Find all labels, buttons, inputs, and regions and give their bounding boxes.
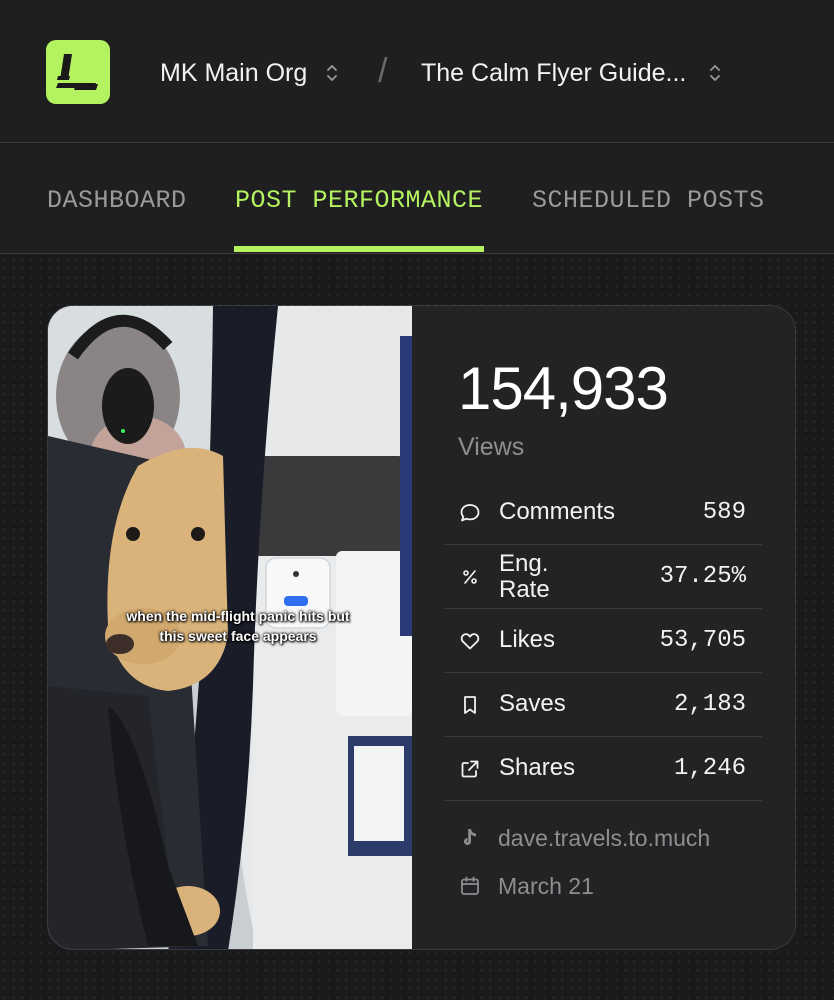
metric-label: Comments bbox=[499, 498, 616, 525]
metric-value: 1,246 bbox=[673, 755, 746, 782]
nav-tabs: DASHBOARD POST PERFORMANCE SCHEDULED POS… bbox=[0, 144, 834, 254]
chevron-up-down-icon bbox=[327, 65, 338, 81]
metric-label: Saves bbox=[499, 690, 566, 717]
calendar-icon bbox=[461, 876, 479, 895]
metric-value: 2,183 bbox=[673, 691, 746, 718]
metric-label: Shares bbox=[499, 754, 576, 781]
comment-icon bbox=[460, 504, 480, 522]
metric-row-likes: Likes 53,705 bbox=[444, 609, 762, 673]
post-thumbnail[interactable]: when the mid-flight panic hits but this … bbox=[48, 306, 412, 949]
active-tab-indicator bbox=[234, 246, 484, 252]
metric-label-line-2: Rate bbox=[499, 576, 550, 603]
app-logo[interactable] bbox=[46, 40, 110, 104]
heart-icon bbox=[460, 633, 480, 650]
post-caption: when the mid-flight panic hits but this … bbox=[88, 606, 388, 646]
org-switcher[interactable]: MK Main Org bbox=[160, 56, 339, 90]
metric-value: 589 bbox=[702, 499, 746, 526]
share-icon bbox=[461, 760, 479, 778]
top-header: MK Main Org / The Calm Flyer Guide... bbox=[0, 0, 834, 143]
metric-value: 53,705 bbox=[659, 627, 746, 654]
metric-row-comments: Comments 589 bbox=[444, 481, 762, 545]
date-text: March 21 bbox=[498, 872, 594, 899]
metric-label: Eng. Rate bbox=[499, 551, 550, 603]
post-stats-panel: 154,933 Views Comments 589 Eng. Rate 37.… bbox=[412, 306, 795, 949]
project-switcher[interactable]: The Calm Flyer Guide... bbox=[421, 56, 722, 90]
tiktok-icon bbox=[464, 829, 476, 845]
org-name: MK Main Org bbox=[160, 58, 308, 87]
metric-row-shares: Shares 1,246 bbox=[444, 737, 762, 801]
breadcrumb-separator: / bbox=[378, 52, 388, 90]
caption-line-1: when the mid-flight panic hits but bbox=[126, 608, 350, 624]
metric-row-engagement-rate: Eng. Rate 37.25% bbox=[444, 545, 762, 609]
metric-row-saves: Saves 2,183 bbox=[444, 673, 762, 737]
tab-dashboard[interactable]: DASHBOARD bbox=[47, 186, 187, 215]
tab-scheduled-posts[interactable]: SCHEDULED POSTS bbox=[532, 186, 765, 215]
bookmark-icon bbox=[464, 696, 476, 714]
post-performance-card: when the mid-flight panic hits but this … bbox=[47, 305, 796, 950]
views-label: Views bbox=[458, 433, 525, 461]
post-account[interactable]: dave.travels.to.much bbox=[458, 823, 710, 853]
project-name: The Calm Flyer Guide... bbox=[421, 58, 687, 87]
metric-label-line-1: Eng. bbox=[499, 550, 549, 577]
caption-line-2: this sweet face appears bbox=[159, 628, 317, 644]
views-count: 154,933 bbox=[458, 355, 669, 422]
percent-icon bbox=[463, 570, 477, 584]
chevron-up-down-icon bbox=[710, 65, 721, 81]
post-date: March 21 bbox=[458, 871, 594, 901]
account-handle: dave.travels.to.much bbox=[498, 824, 711, 851]
metric-value: 37.25% bbox=[659, 563, 746, 590]
tab-post-performance[interactable]: POST PERFORMANCE bbox=[235, 186, 483, 215]
metric-label: Likes bbox=[499, 626, 556, 653]
